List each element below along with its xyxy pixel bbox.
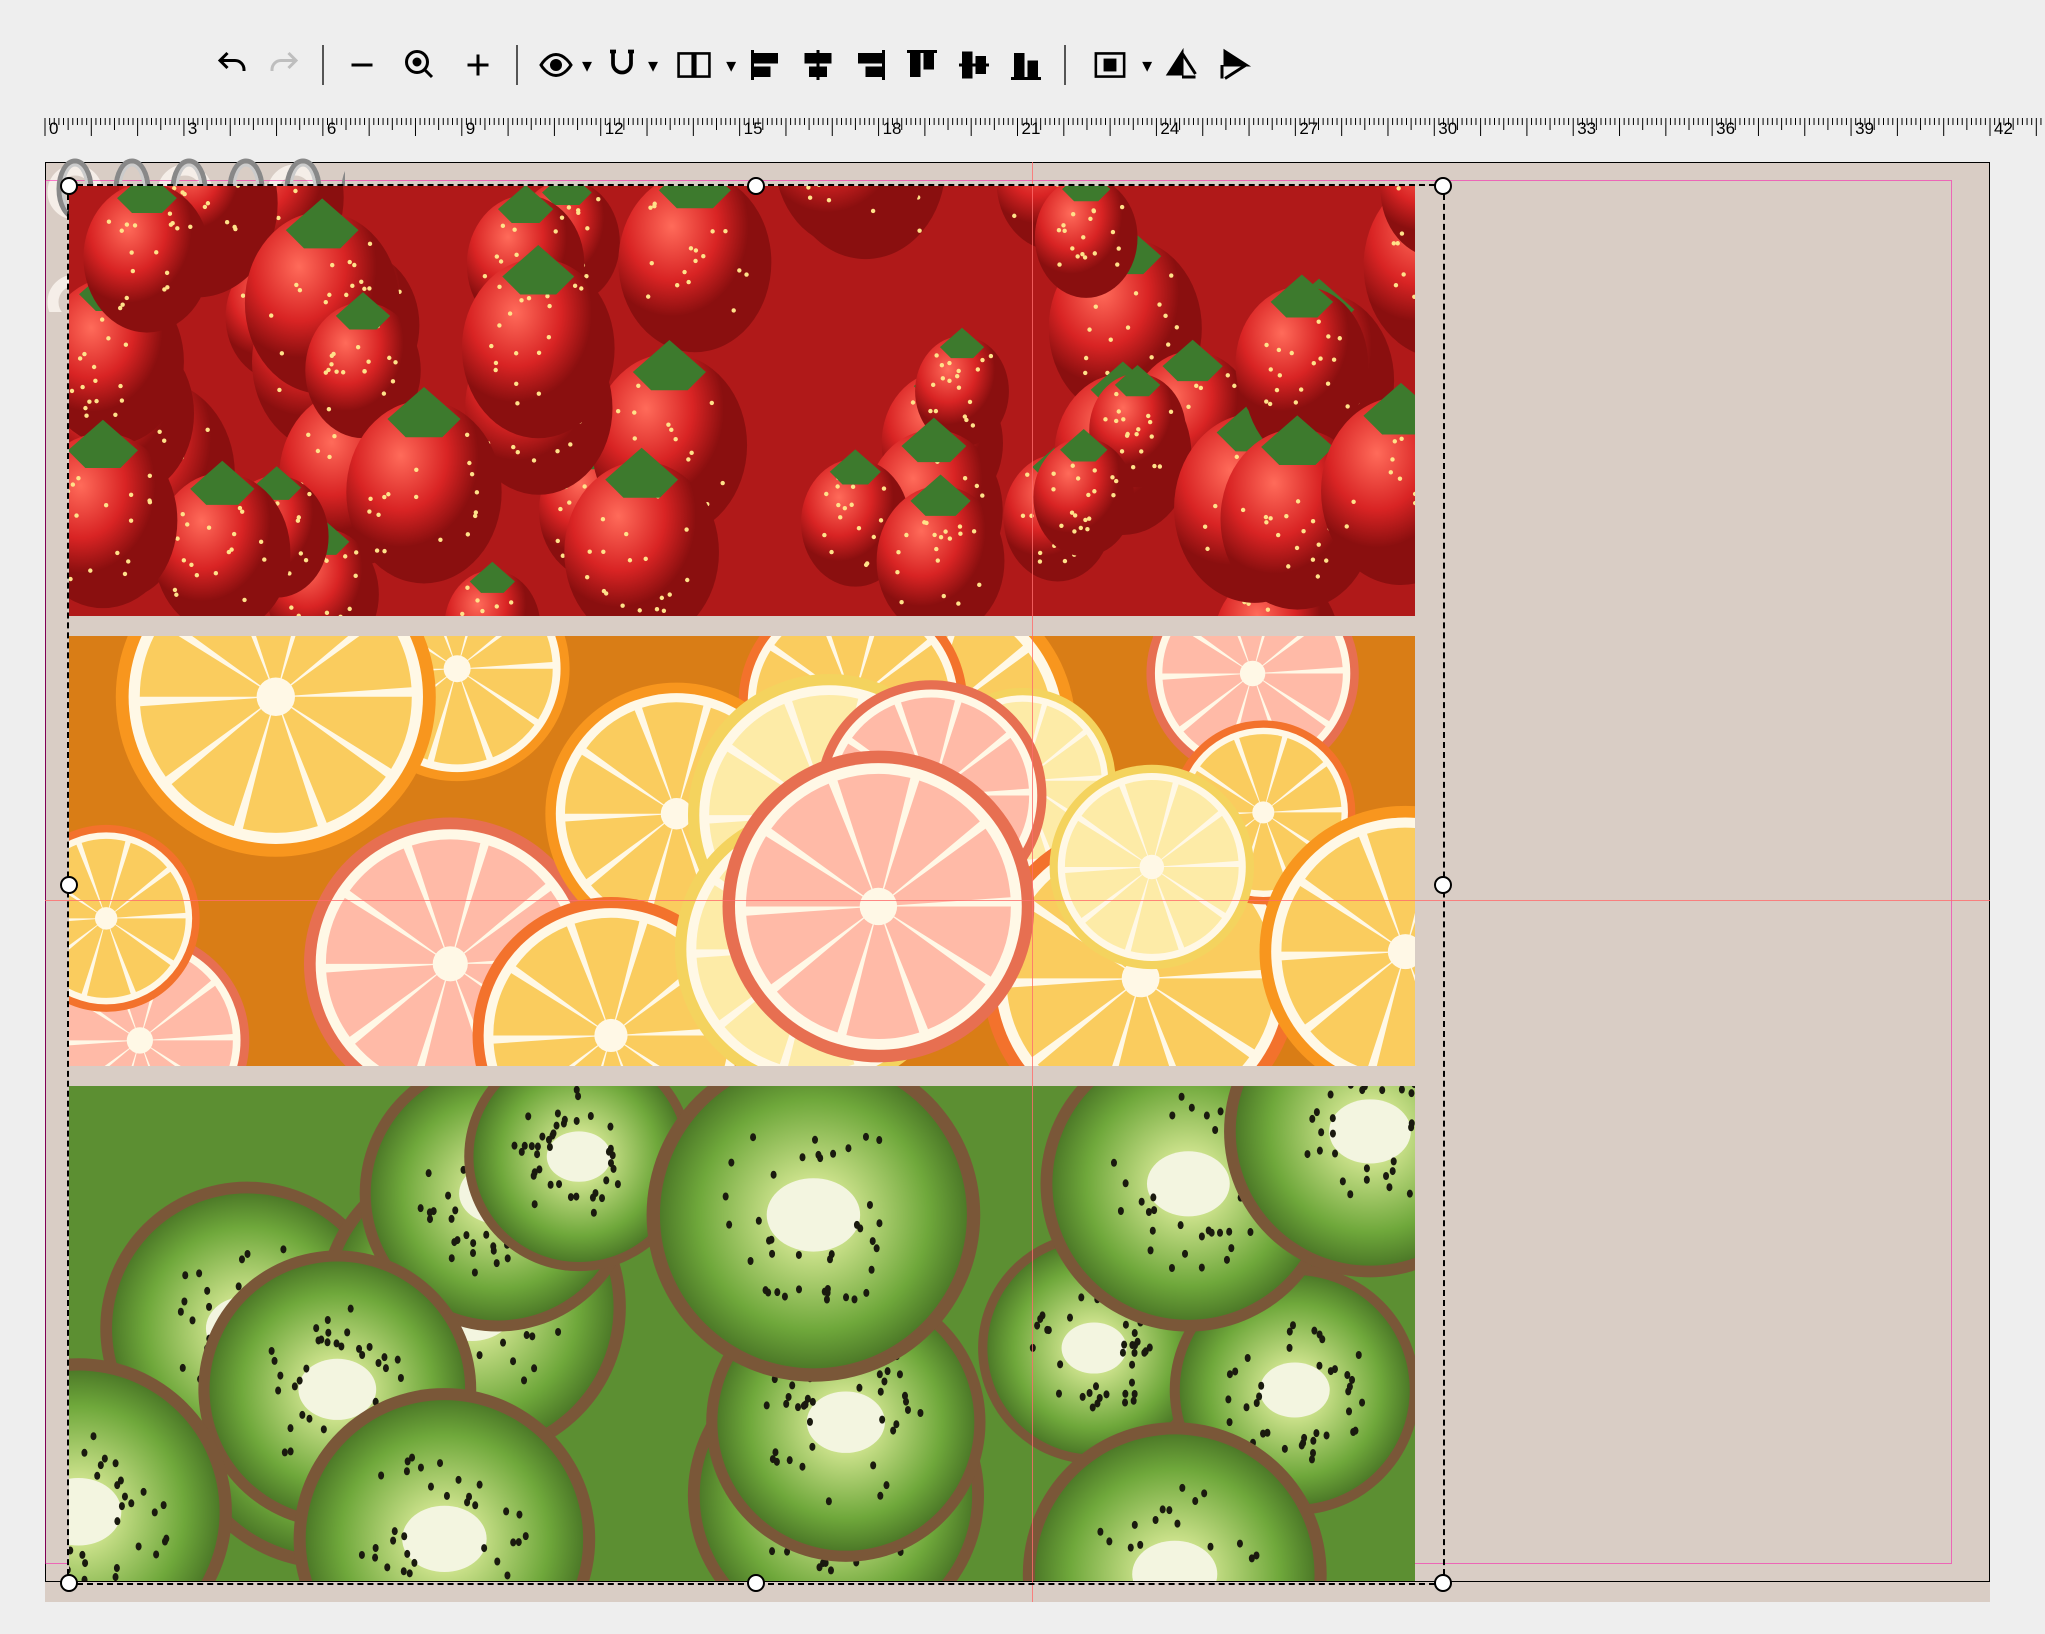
- align-top-button[interactable]: [900, 43, 944, 87]
- snap-button[interactable]: [600, 43, 644, 87]
- align-bottom-button[interactable]: [1004, 43, 1048, 87]
- chevron-down-icon[interactable]: ▾: [582, 53, 592, 78]
- chevron-down-icon[interactable]: ▾: [1142, 53, 1152, 78]
- chevron-down-icon[interactable]: ▾: [648, 53, 658, 78]
- flip-h-button[interactable]: [1160, 43, 1204, 87]
- guide-vertical[interactable]: [1032, 162, 1033, 1602]
- zoom-out-button[interactable]: [340, 43, 384, 87]
- center-page-button[interactable]: [1082, 43, 1138, 87]
- align-center-v-button[interactable]: [952, 43, 996, 87]
- pages-button[interactable]: [666, 43, 722, 87]
- photo-citrus[interactable]: [69, 636, 1415, 1066]
- redo-button[interactable]: [262, 43, 306, 87]
- align-left-button[interactable]: [744, 43, 788, 87]
- zoom-reset-button[interactable]: [392, 43, 448, 87]
- svg-text:6: 6: [327, 119, 336, 138]
- ruler-horizontal[interactable]: 03691215182124273033363942: [0, 118, 2045, 148]
- chevron-down-icon[interactable]: ▾: [726, 53, 736, 78]
- svg-text:0: 0: [49, 119, 58, 138]
- separator: [322, 45, 324, 85]
- align-center-h-button[interactable]: [796, 43, 840, 87]
- separator: [1064, 45, 1066, 85]
- separator: [516, 45, 518, 85]
- flip-v-button[interactable]: [1212, 43, 1256, 87]
- undo-button[interactable]: [210, 43, 254, 87]
- photo-strawberries[interactable]: [69, 186, 1415, 616]
- photo-kiwi[interactable]: [69, 1086, 1415, 1581]
- view-button[interactable]: [534, 43, 578, 87]
- zoom-in-button[interactable]: [456, 43, 500, 87]
- svg-text:3: 3: [188, 119, 197, 138]
- align-right-button[interactable]: [848, 43, 892, 87]
- svg-text:9: 9: [466, 119, 475, 138]
- canvas[interactable]: [45, 162, 1990, 1602]
- toolbar: ▾ ▾ ▾ ▾: [0, 30, 2045, 100]
- guide-horizontal[interactable]: [45, 900, 1990, 901]
